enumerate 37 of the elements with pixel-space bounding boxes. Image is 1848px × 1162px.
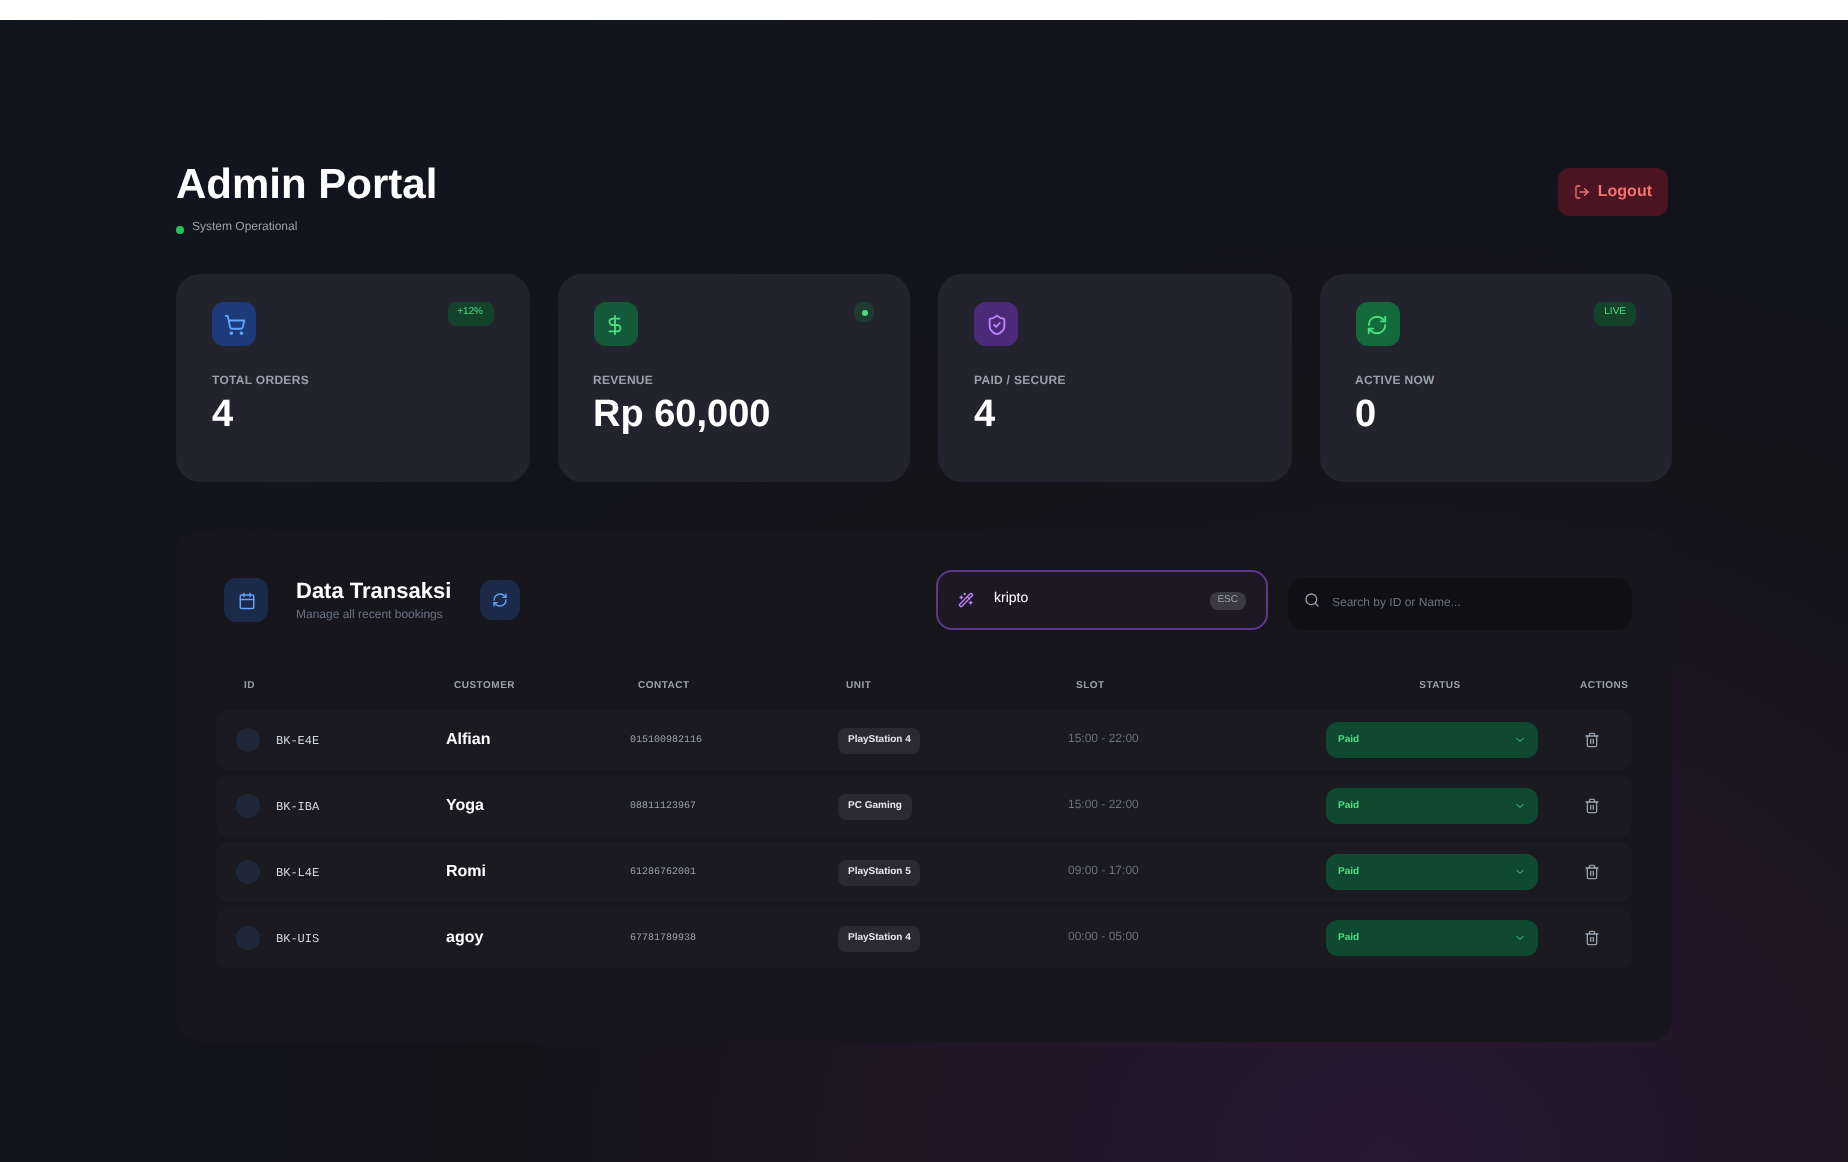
trash-icon [1584, 798, 1600, 815]
chevron-down-icon [1514, 932, 1526, 945]
trash-icon [1584, 732, 1600, 749]
logout-button[interactable]: Logout [1557, 168, 1668, 216]
page-title: Admin Portal [176, 160, 438, 212]
panel-title: Data Transaksi [296, 577, 452, 607]
customer-name: Romi [446, 860, 488, 885]
customer-name: Alfian [446, 728, 493, 753]
logout-icon [1573, 184, 1590, 200]
refresh-icon [1355, 302, 1399, 347]
wand-icon [958, 592, 974, 609]
stat-value: 0 [1355, 392, 1379, 440]
delete-button[interactable] [1584, 732, 1600, 749]
chevron-down-icon [1514, 734, 1526, 747]
stat-value: Rp 60,000 [593, 392, 773, 440]
refresh-button[interactable] [479, 580, 520, 621]
search-icon [1304, 592, 1320, 609]
trash-icon [1584, 930, 1600, 947]
chevron-down-icon [1514, 866, 1526, 879]
trash-icon [1584, 864, 1600, 881]
delete-button[interactable] [1584, 930, 1600, 947]
avatar [236, 926, 260, 951]
dollar-icon [593, 302, 637, 347]
cart-icon [212, 302, 256, 347]
calendar-icon [224, 578, 268, 623]
shield-icon [974, 302, 1018, 347]
stat-value: 4 [974, 392, 998, 440]
avatar [236, 794, 260, 819]
customer-name: Yoga [446, 794, 486, 819]
delete-button[interactable] [1584, 798, 1600, 815]
delete-button[interactable] [1584, 864, 1600, 881]
avatar [236, 860, 260, 885]
chevron-down-icon [1514, 800, 1526, 813]
customer-name: agoy [446, 926, 486, 951]
stat-value: 4 [212, 392, 236, 440]
refresh-icon [491, 592, 508, 609]
avatar [236, 728, 260, 753]
